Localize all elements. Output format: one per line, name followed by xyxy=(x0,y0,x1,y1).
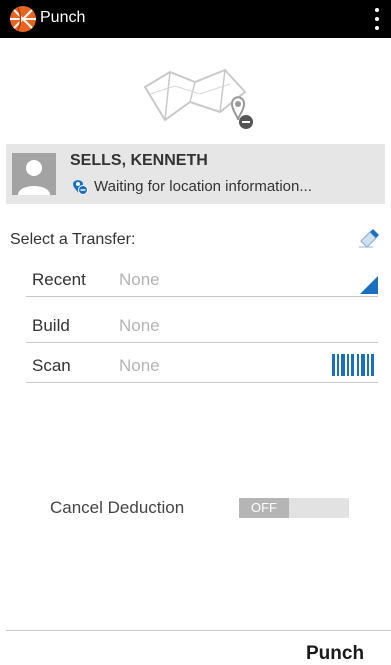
cancel-deduction-label: Cancel Deduction xyxy=(50,498,185,517)
transfer-row-build[interactable]: Build None xyxy=(26,310,378,343)
recent-label: Recent xyxy=(32,270,86,289)
transfer-row-scan[interactable]: Scan None xyxy=(26,350,378,383)
scan-label: Scan xyxy=(32,356,71,375)
app-title: Punch xyxy=(40,9,86,26)
location-status-text: Waiting for location information... xyxy=(94,177,312,195)
location-pending-icon xyxy=(73,180,88,195)
scan-value: None xyxy=(119,356,160,375)
app-logo-icon xyxy=(10,6,36,32)
overflow-menu-icon[interactable] xyxy=(369,6,385,32)
user-name: SELLS, KENNETH xyxy=(70,152,208,169)
location-status: Waiting for location information... xyxy=(70,177,312,195)
transfer-row-recent[interactable]: Recent None xyxy=(26,264,378,297)
recent-value: None xyxy=(119,270,160,289)
barcode-scan-icon[interactable] xyxy=(332,354,374,376)
dropdown-corner-icon[interactable] xyxy=(360,276,378,294)
footer-divider xyxy=(6,630,391,631)
build-value: None xyxy=(119,316,160,335)
toggle-state: OFF xyxy=(239,498,289,518)
user-info-bar: SELLS, KENNETH Waiting for location info… xyxy=(6,144,385,204)
avatar-icon xyxy=(12,153,56,195)
map-location-illustration xyxy=(143,68,253,129)
app-bar: Punch xyxy=(0,0,391,38)
cancel-deduction-toggle[interactable]: OFF xyxy=(239,498,349,518)
build-label: Build xyxy=(32,316,70,335)
eraser-icon[interactable] xyxy=(357,226,381,248)
select-transfer-title: Select a Transfer: xyxy=(10,231,136,248)
